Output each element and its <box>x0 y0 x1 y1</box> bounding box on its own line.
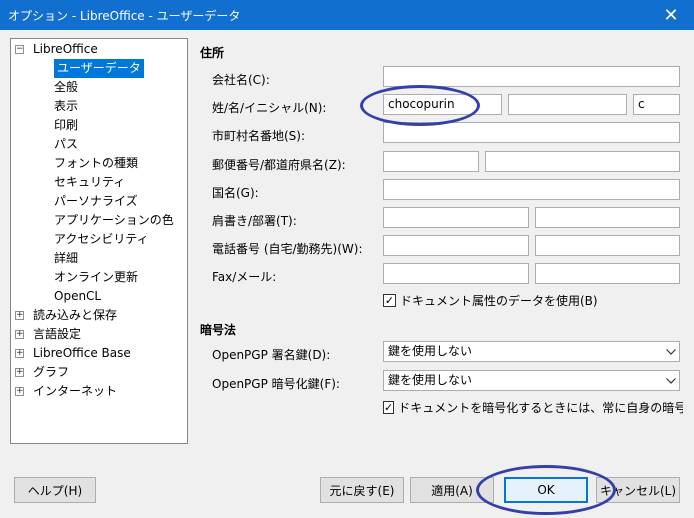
address-section-title: 住所 <box>200 46 225 60</box>
tree-item[interactable]: − LibreOffice <box>11 40 187 59</box>
chevron-down-icon <box>661 342 679 361</box>
expand-icon[interactable]: + <box>15 368 24 377</box>
tree-item[interactable]: ユーザーデータ <box>11 59 187 78</box>
tree-item[interactable]: オンライン更新 <box>11 268 187 287</box>
tree-item-label: パーソナライズ <box>54 194 138 208</box>
sign-key-select[interactable]: 鍵を使用しない <box>383 341 680 362</box>
work-phone-field[interactable] <box>535 235 680 256</box>
always-encrypt-label: ドキュメントを暗号化するときには、常に自身の暗号化鍵でも <box>398 401 683 415</box>
tree-item-label: ユーザーデータ <box>54 59 144 78</box>
prefecture-field[interactable] <box>485 151 680 172</box>
tree-item-label: LibreOffice Base <box>33 346 131 360</box>
tree-item[interactable]: フォントの種類 <box>11 154 187 173</box>
zip-label: 郵便番号/都道府県名(Z): <box>212 158 346 172</box>
tree-item[interactable]: 詳細 <box>11 249 187 268</box>
tree-item-label: パス <box>54 137 79 151</box>
tree-item-label: 全般 <box>54 80 79 94</box>
title-bar: オプション - LibreOffice - ユーザーデータ ✕ <box>0 0 694 30</box>
tree-item[interactable]: パーソナライズ <box>11 192 187 211</box>
sign-key-value: 鍵を使用しない <box>388 344 473 358</box>
checkmark-icon: ✓ <box>383 401 395 414</box>
department-field[interactable] <box>535 207 680 228</box>
tree-item-label: アクセシビリティ <box>54 232 149 246</box>
tree-item-label: グラフ <box>33 365 70 379</box>
name-label: 姓/名/イニシャル(N): <box>212 101 327 115</box>
use-doc-props-label: ドキュメント属性のデータを使用(B) <box>400 294 598 308</box>
fax-field[interactable] <box>383 263 529 284</box>
country-label: 国名(G): <box>212 186 259 200</box>
expand-icon[interactable]: + <box>15 311 24 320</box>
tree-item[interactable]: 全般 <box>11 78 187 97</box>
company-field[interactable] <box>383 66 680 87</box>
tree-item-label: オンライン更新 <box>54 270 139 284</box>
job-title-field[interactable] <box>383 207 529 228</box>
fax-email-label: Fax/メール: <box>212 270 277 284</box>
tree-item-label: 詳細 <box>54 251 79 265</box>
tree-item[interactable]: アクセシビリティ <box>11 230 187 249</box>
annotation-oval-ok <box>476 465 616 515</box>
country-field[interactable] <box>383 179 680 200</box>
tree-item-label: フォントの種類 <box>54 156 139 170</box>
tree-item[interactable]: パス <box>11 135 187 154</box>
tree-item-label: 言語設定 <box>33 327 82 341</box>
home-phone-field[interactable] <box>383 235 529 256</box>
expand-icon[interactable]: + <box>15 330 24 339</box>
reset-button[interactable]: 元に戻す(E) <box>320 477 404 503</box>
expand-icon[interactable]: + <box>15 349 24 358</box>
email-field[interactable] <box>535 263 680 284</box>
expand-icon[interactable]: + <box>15 387 24 396</box>
close-icon[interactable]: ✕ <box>648 0 694 30</box>
tree-item-label: セキュリティ <box>54 175 126 189</box>
window-title: オプション - LibreOffice - ユーザーデータ <box>8 9 241 23</box>
collapse-icon[interactable]: − <box>15 45 24 54</box>
tree-item[interactable]: アプリケーションの色 <box>11 211 187 230</box>
crypto-section-title: 暗号法 <box>200 323 237 337</box>
tree-item-label: 表示 <box>54 99 79 113</box>
always-encrypt-checkbox[interactable]: ✓ ドキュメントを暗号化するときには、常に自身の暗号化鍵でも <box>383 399 683 416</box>
chevron-down-icon <box>661 371 679 390</box>
tree-item[interactable]: + 読み込みと保存 <box>11 306 187 325</box>
tree-item[interactable]: OpenCL <box>11 287 187 306</box>
use-doc-props-checkbox[interactable]: ✓ ドキュメント属性のデータを使用(B) <box>383 292 598 309</box>
enc-key-label: OpenPGP 暗号化鍵(F): <box>212 377 340 391</box>
checkmark-icon: ✓ <box>383 294 396 307</box>
tree-item-label: 印刷 <box>54 118 79 132</box>
tree-item-label: 読み込みと保存 <box>33 308 118 322</box>
tree-item[interactable]: セキュリティ <box>11 173 187 192</box>
enc-key-value: 鍵を使用しない <box>388 373 473 387</box>
company-label: 会社名(C): <box>212 73 270 87</box>
annotation-oval-name <box>360 85 480 126</box>
tree-item[interactable]: + LibreOffice Base <box>11 344 187 363</box>
initials-field[interactable]: c <box>633 94 680 115</box>
tree-item-label: OpenCL <box>54 289 102 303</box>
tree-item[interactable]: + インターネット <box>11 382 187 401</box>
help-button[interactable]: ヘルプ(H) <box>14 477 96 503</box>
tree-item[interactable]: 印刷 <box>11 116 187 135</box>
tree-item[interactable]: 表示 <box>11 97 187 116</box>
tree-item-label: インターネット <box>33 384 118 398</box>
title-dept-label: 肩書き/部署(T): <box>212 214 297 228</box>
tree-item-label: アプリケーションの色 <box>54 213 174 227</box>
tree-item[interactable]: + グラフ <box>11 363 187 382</box>
street-label: 市町村名番地(S): <box>212 129 306 143</box>
zip-field[interactable] <box>383 151 479 172</box>
tree-item-label: LibreOffice <box>33 42 98 56</box>
phone-label: 電話番号 (自宅/勤務先)(W): <box>212 242 363 256</box>
last-name-field[interactable] <box>508 94 627 115</box>
enc-key-select[interactable]: 鍵を使用しない <box>383 370 680 391</box>
options-tree[interactable]: − LibreOffice ユーザーデータ 全般 表示 印刷 パス フォントの種類 セキュリティ… <box>10 38 188 444</box>
sign-key-label: OpenPGP 署名鍵(D): <box>212 348 331 362</box>
tree-item[interactable]: + 言語設定 <box>11 325 187 344</box>
